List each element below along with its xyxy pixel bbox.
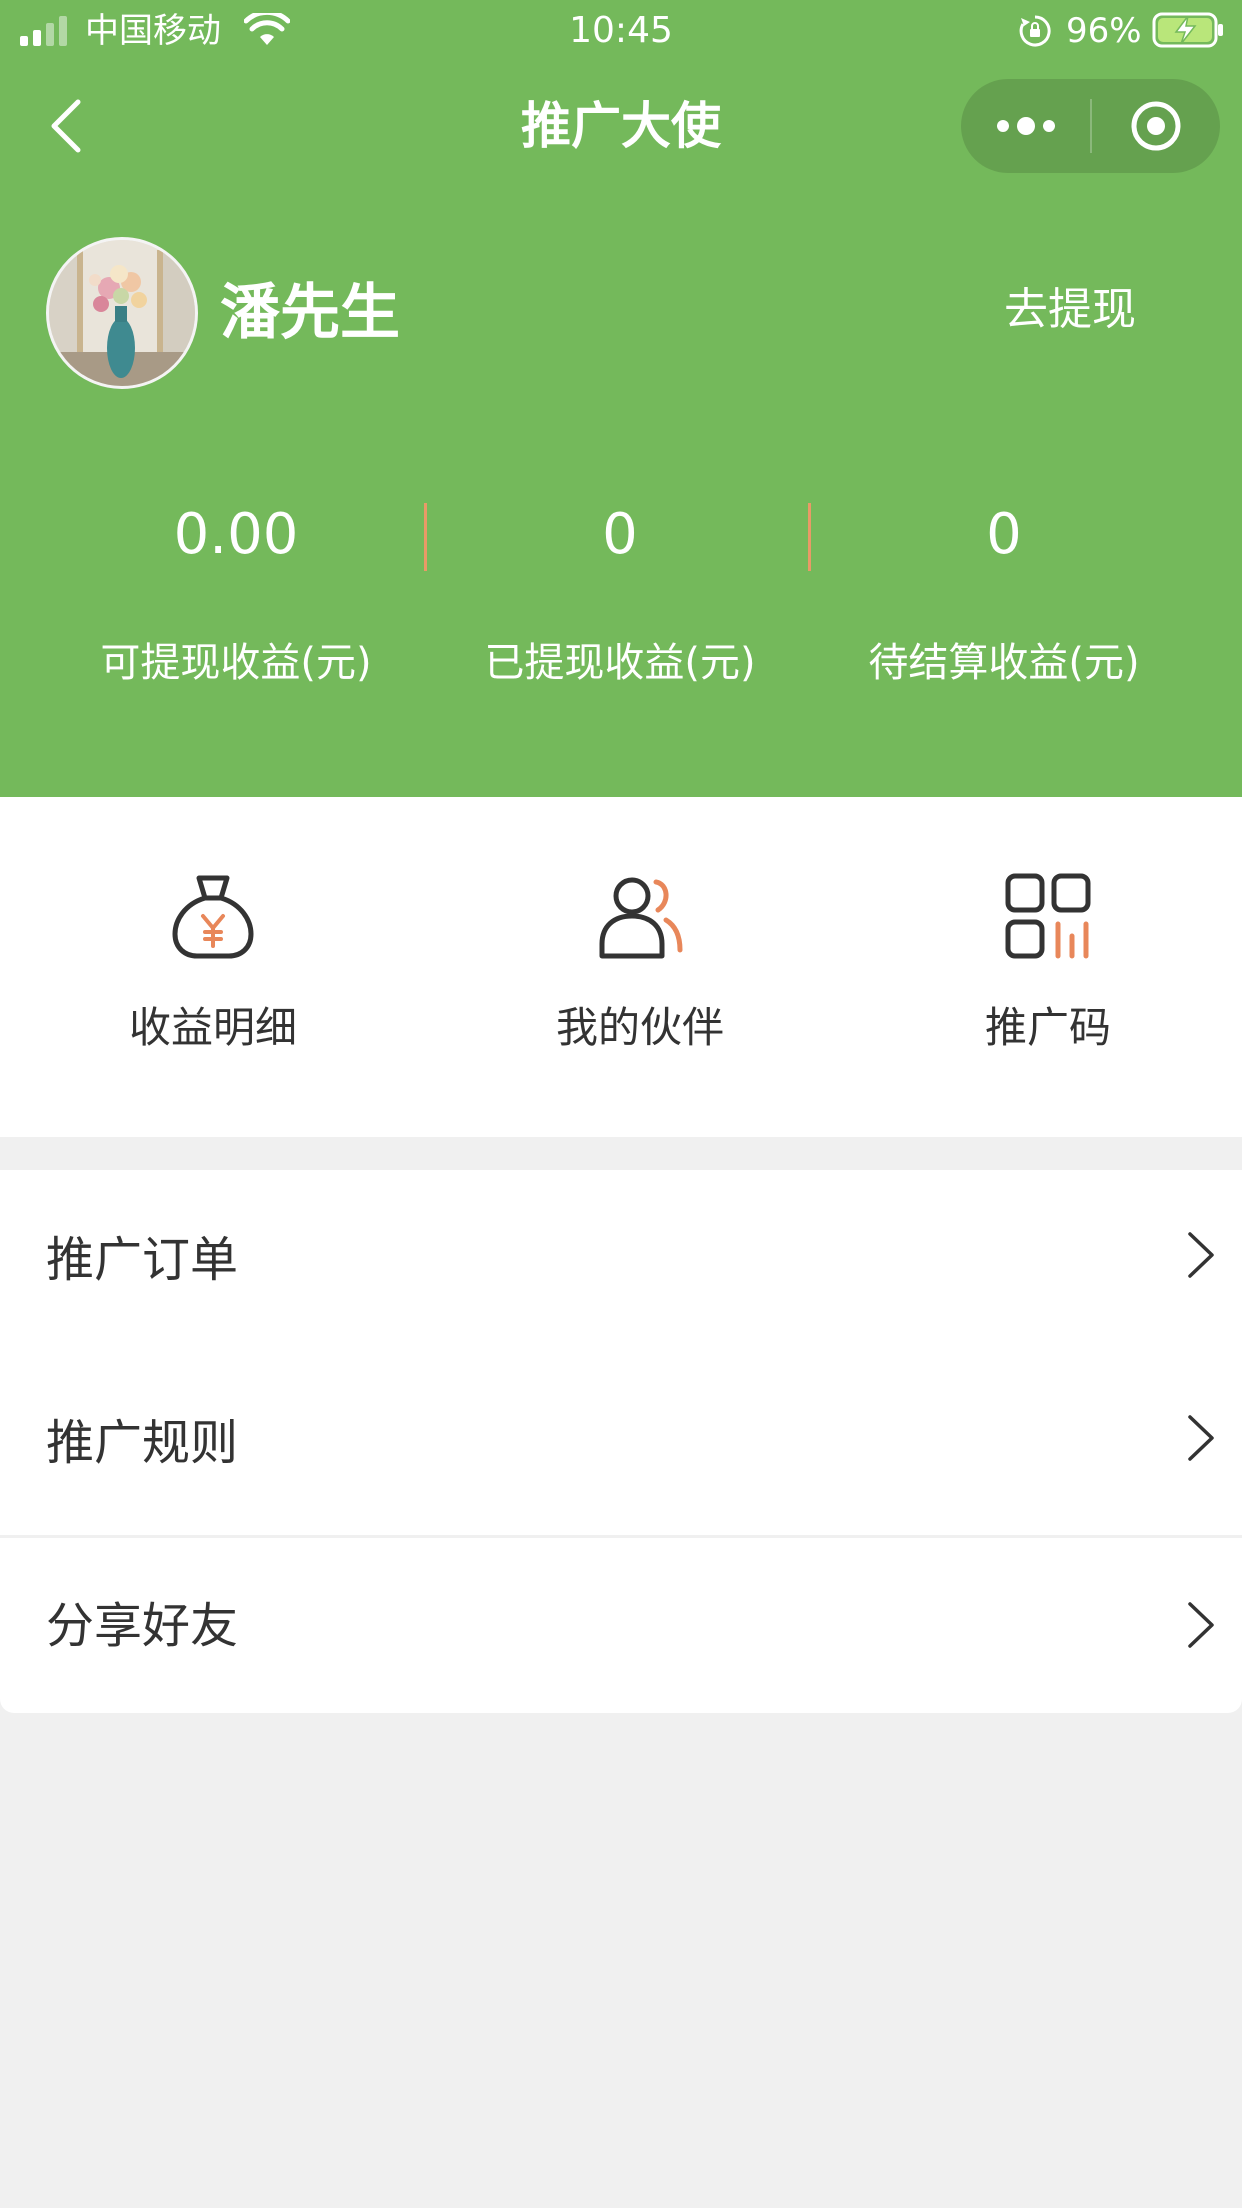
stat-divider: [808, 503, 811, 571]
chevron-right-icon: [1188, 1602, 1214, 1648]
mini-program-capsule: [961, 79, 1220, 173]
menu-item-label: 推广订单: [46, 1232, 239, 1288]
stat-pending-label: 待结算收益(元): [868, 640, 1140, 686]
action-label: 推广码: [984, 1003, 1111, 1052]
rotation-lock-icon: [1018, 14, 1052, 52]
battery-charging-icon: [1152, 12, 1226, 52]
menu-group: 分享好友: [0, 1538, 1242, 1713]
stat-pending-value: 0: [986, 502, 1022, 567]
action-label: 收益明细: [128, 1003, 297, 1052]
more-dots-icon: [996, 117, 1055, 135]
action-promo-code[interactable]: 推广码: [898, 797, 1198, 1137]
header: 中国移动 10:45 96% 推广大使 潘先生 去提现 0.00 0 0 可提现…: [0, 0, 1242, 797]
stat-withdrawable-value: 0.00: [173, 502, 299, 567]
target-close-icon: [1131, 101, 1181, 151]
avatar[interactable]: [46, 237, 198, 389]
action-label: 我的伙伴: [555, 1003, 724, 1052]
menu-group: 推广订单 推广规则: [0, 1170, 1242, 1535]
quick-actions: 收益明细 我的伙伴 推广码: [0, 797, 1242, 1137]
stat-withdrawable-label: 可提现收益(元): [100, 640, 372, 686]
action-earnings-detail[interactable]: 收益明细: [63, 797, 363, 1137]
withdraw-button[interactable]: 去提现: [980, 280, 1160, 340]
money-bag-icon: [169, 872, 257, 964]
stat-divider: [424, 503, 427, 571]
username: 潘先生: [220, 278, 400, 348]
partners-icon: [596, 872, 684, 964]
menu-item-label: 分享好友: [46, 1598, 239, 1654]
action-my-partners[interactable]: 我的伙伴: [490, 797, 790, 1137]
battery-percent: 96%: [1066, 11, 1142, 51]
menu-item-share-friends[interactable]: 分享好友: [0, 1538, 1242, 1713]
chevron-right-icon: [1188, 1415, 1214, 1461]
stat-withdrawn-label: 已提现收益(元): [484, 640, 756, 686]
menu-item-promo-orders[interactable]: 推广订单: [0, 1170, 1242, 1350]
chevron-right-icon: [1188, 1232, 1214, 1278]
menu-item-label: 推广规则: [46, 1415, 239, 1471]
avatar-photo: [49, 240, 195, 386]
menu-item-promo-rules[interactable]: 推广规则: [0, 1353, 1242, 1533]
promo-code-icon: [1004, 872, 1092, 964]
stat-withdrawn-value: 0: [602, 502, 638, 567]
more-button[interactable]: [961, 79, 1090, 173]
close-button[interactable]: [1092, 79, 1220, 173]
status-time: 10:45: [569, 10, 673, 51]
